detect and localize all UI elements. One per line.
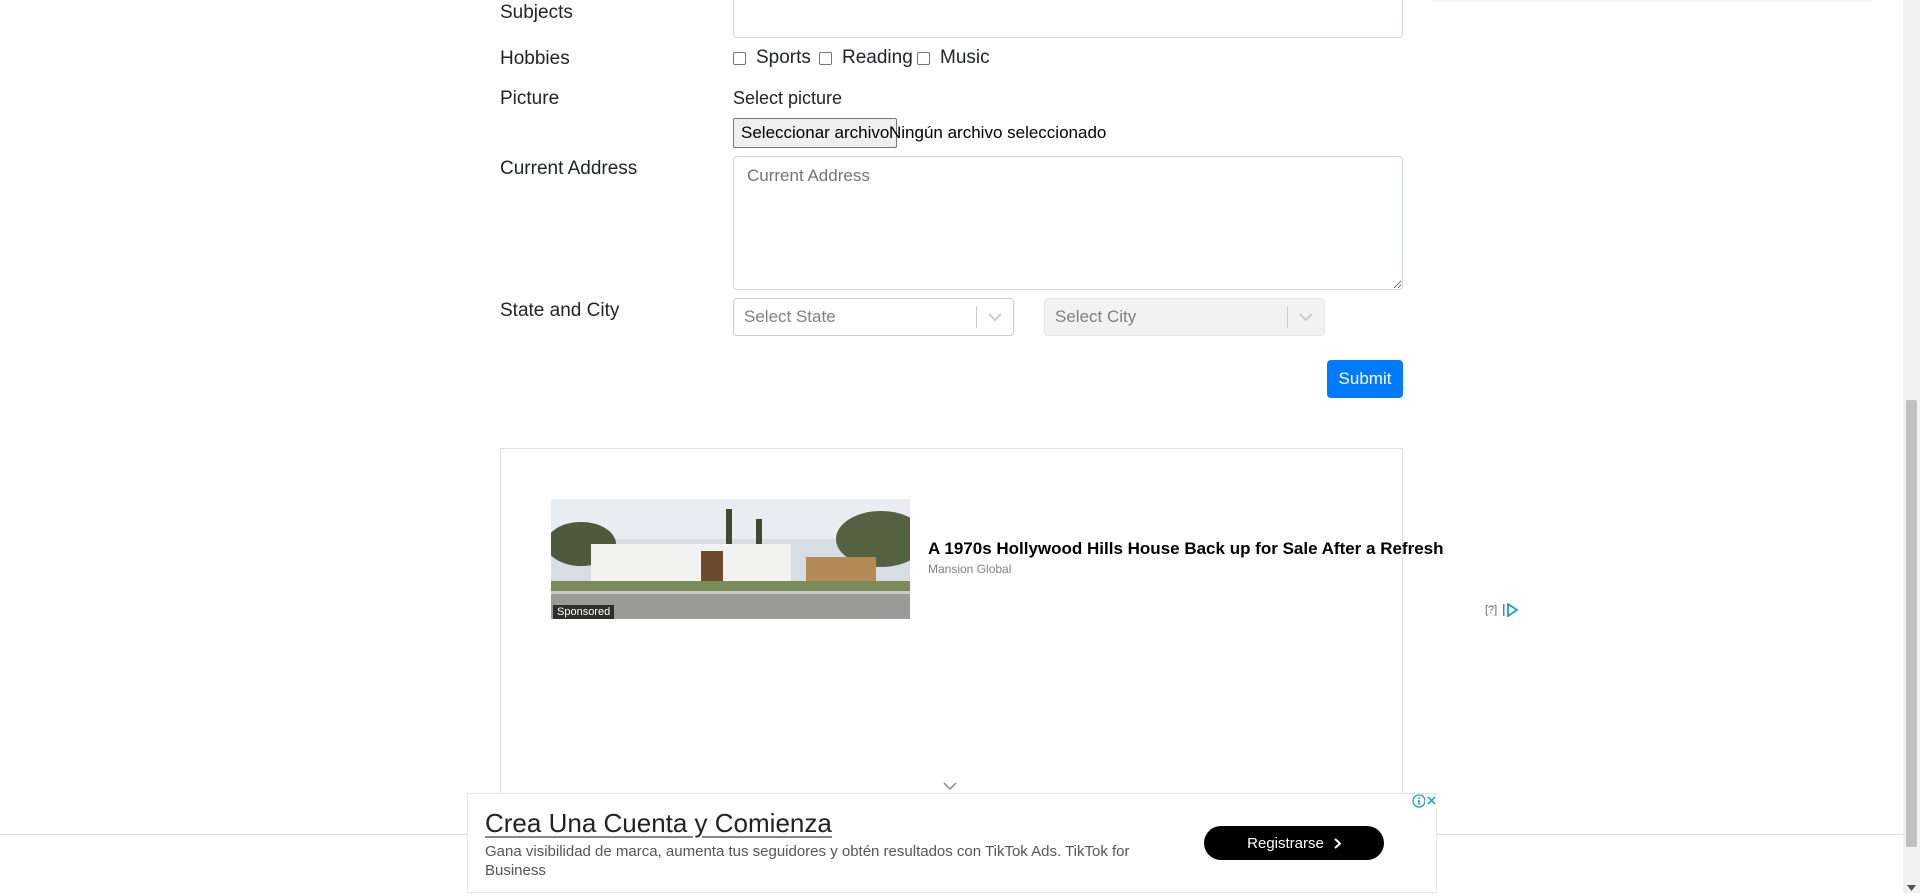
ad-image[interactable]: Sponsored <box>551 499 910 619</box>
scrollbar-thumb[interactable] <box>1906 400 1917 847</box>
city-select[interactable]: Select City <box>1044 298 1325 336</box>
ad-source[interactable]: Mansion Global <box>928 562 1011 576</box>
info-icon[interactable] <box>1412 794 1426 813</box>
picture-label: Picture <box>500 88 560 109</box>
register-button[interactable]: Registrarse <box>1204 826 1384 860</box>
sports-checkbox[interactable] <box>733 51 746 65</box>
music-checkbox[interactable] <box>917 51 930 65</box>
right-panel-edge <box>1432 0 1872 2</box>
chevron-down-icon[interactable] <box>1288 312 1324 322</box>
current-address-label: Current Address <box>500 158 638 179</box>
chevron-down-icon[interactable] <box>977 312 1013 322</box>
scroll-down-arrow-icon[interactable] <box>1907 878 1916 896</box>
bottom-ad-banner[interactable]: Crea Una Cuenta y Comienza Gana visibili… <box>467 793 1438 893</box>
register-button-label: Registrarse <box>1247 834 1324 852</box>
select-picture-text: Select picture <box>733 88 843 108</box>
music-label[interactable]: Music <box>940 47 990 69</box>
current-address-textarea[interactable] <box>733 156 1403 290</box>
city-placeholder: Select City <box>1055 307 1137 326</box>
sports-label[interactable]: Sports <box>756 47 811 69</box>
state-placeholder: Select State <box>744 307 836 326</box>
hobby-sports[interactable]: Sports <box>733 47 811 69</box>
house-photo <box>551 499 910 619</box>
page-scrollbar[interactable] <box>1903 0 1920 893</box>
subjects-label: Subjects <box>500 2 573 23</box>
subjects-input[interactable] <box>733 0 1403 38</box>
bottom-ad-title[interactable]: Crea Una Cuenta y Comienza <box>485 808 832 839</box>
reading-label[interactable]: Reading <box>842 47 913 69</box>
submit-button[interactable]: Submit <box>1327 360 1403 398</box>
hobby-music[interactable]: Music <box>917 47 990 69</box>
file-status-text: Ningún archivo seleccionado <box>889 123 1107 142</box>
close-icon[interactable] <box>1425 794 1438 813</box>
file-choose-button[interactable]: Seleccionar archivo <box>733 118 898 148</box>
hobby-reading[interactable]: Reading <box>819 47 913 69</box>
hobbies-label: Hobbies <box>500 48 570 69</box>
state-select[interactable]: Select State <box>733 298 1014 336</box>
ad-info-link[interactable]: [?] <box>1485 604 1497 616</box>
state-city-label: State and City <box>500 300 620 321</box>
adchoices-icon[interactable] <box>1503 602 1519 622</box>
bottom-ad-description: Gana visibilidad de marca, aumenta tus s… <box>485 843 1130 879</box>
reading-checkbox[interactable] <box>819 51 832 65</box>
ad-title[interactable]: A 1970s Hollywood Hills House Back up fo… <box>928 539 1444 559</box>
sponsored-badge: Sponsored <box>553 605 615 619</box>
chevron-right-icon <box>1334 837 1341 849</box>
